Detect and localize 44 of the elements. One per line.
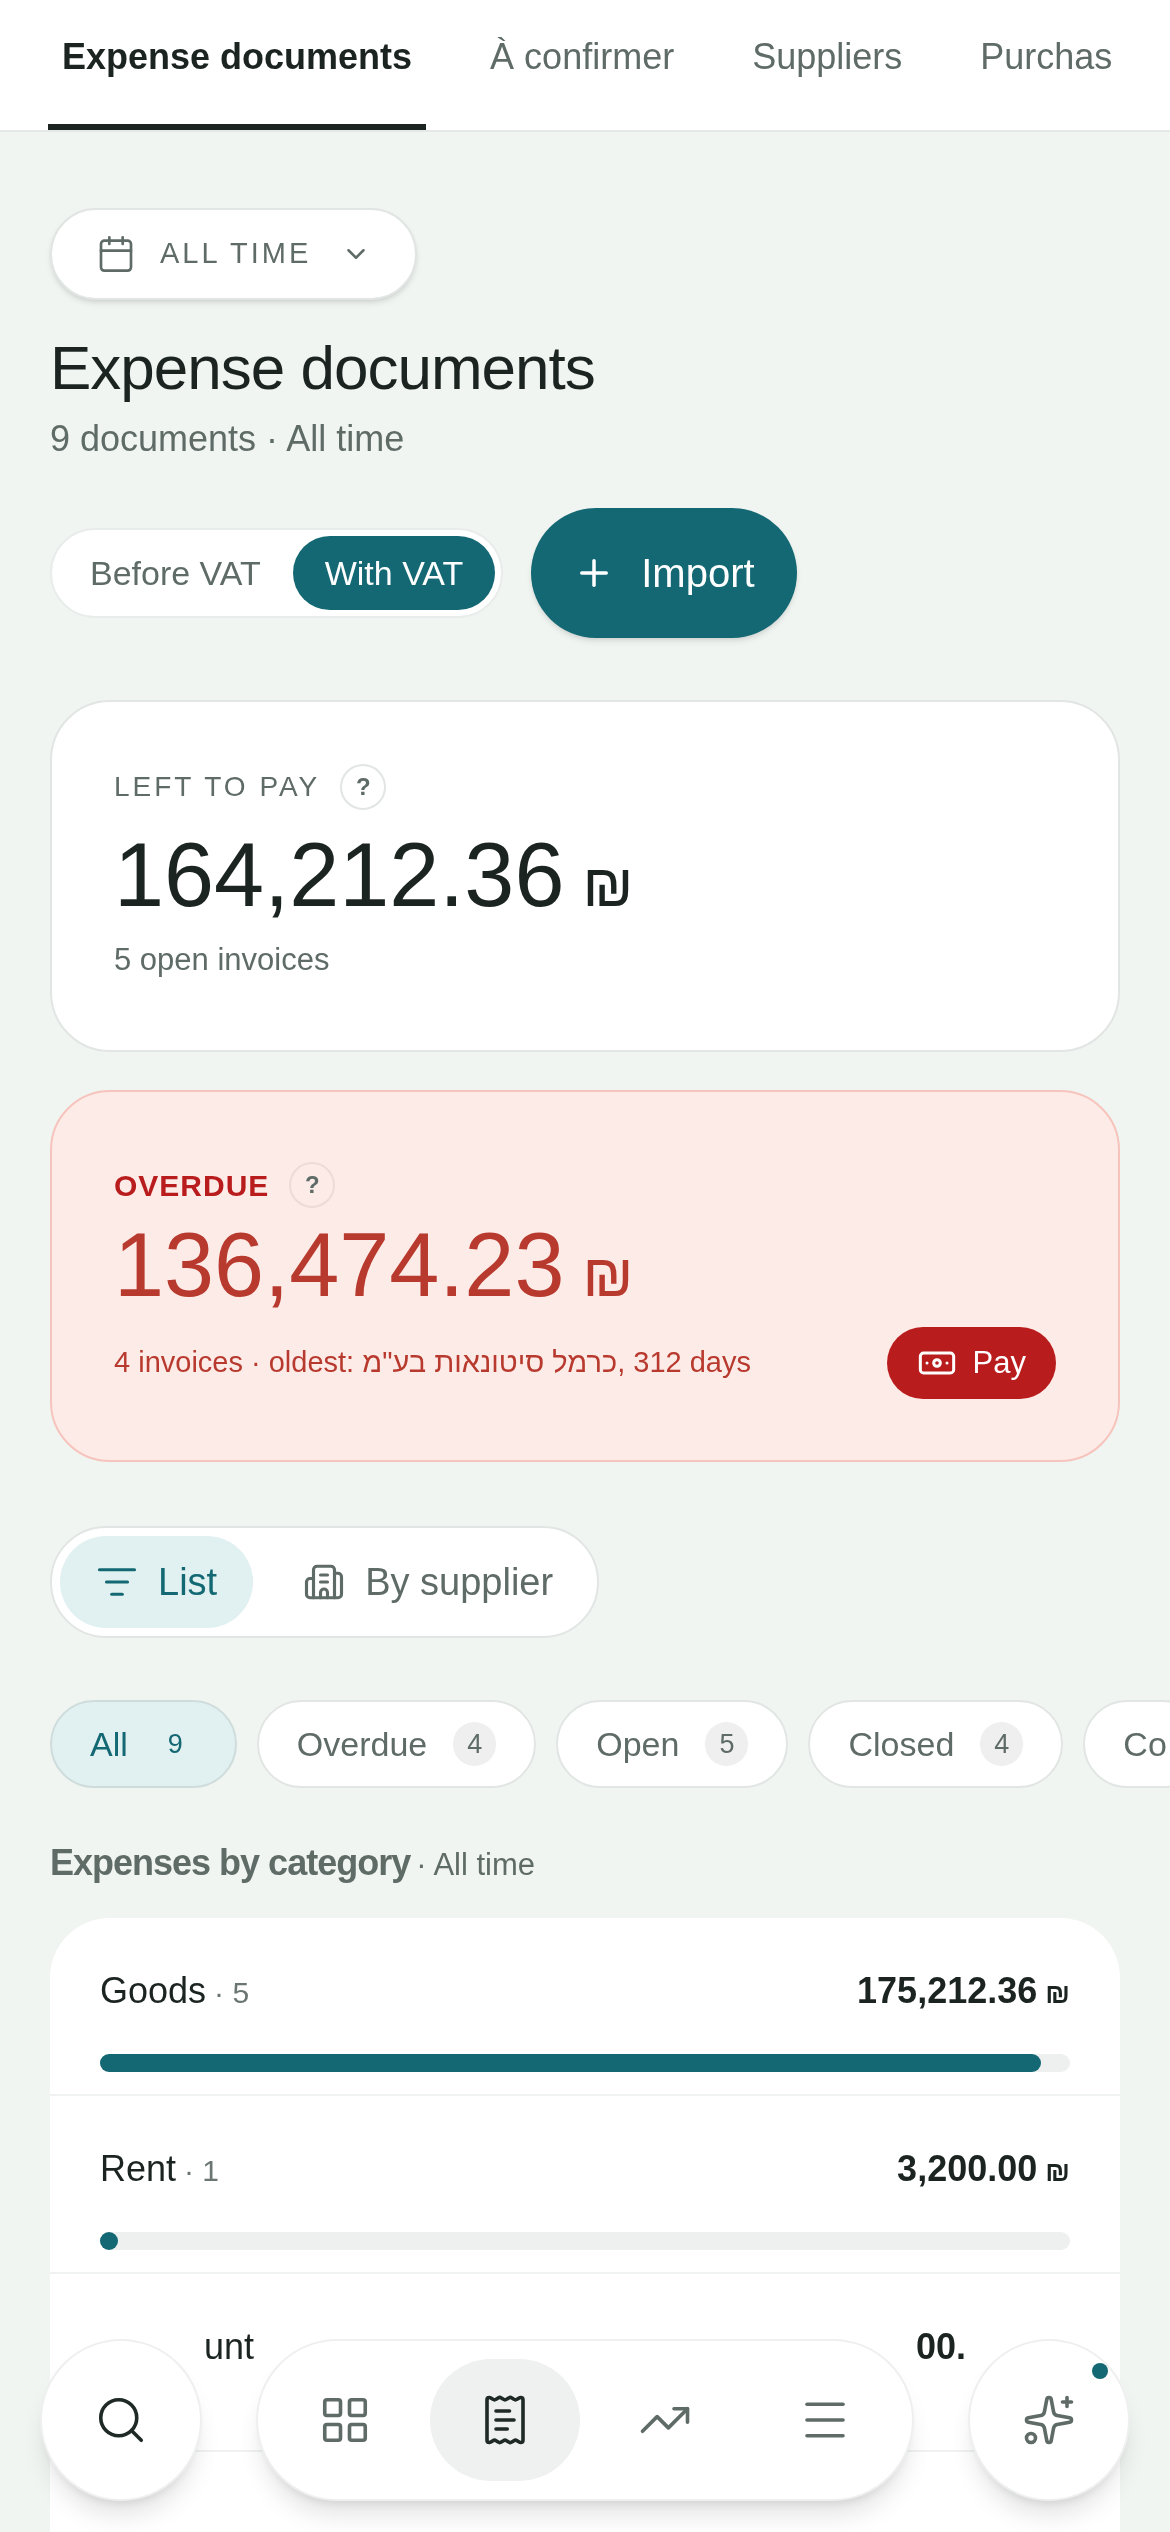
category-name: unt: [204, 2325, 255, 2369]
filter-chip[interactable]: Closed 4: [808, 1700, 1064, 1788]
card-label: OVERDUE: [114, 1167, 270, 1204]
import-button[interactable]: Import: [531, 508, 797, 638]
view-option[interactable]: By supplier: [267, 1536, 590, 1628]
section-title: Expenses by category: [50, 1841, 411, 1885]
page-title: Expense documents: [50, 332, 596, 404]
amount: 136,474.23: [114, 1214, 565, 1317]
card-note: 5 open invoices: [114, 941, 331, 979]
tab[interactable]: À confirmer: [476, 30, 689, 130]
category-amount: 00.: [915, 2325, 966, 2369]
card-note: 4 invoices · oldest: כרמל סיטונאות בע"מ, 312 days: [114, 1345, 751, 1381]
date-filter-dropdown[interactable]: ALL TIME: [50, 208, 418, 300]
tab[interactable]: Purchas: [966, 30, 1127, 130]
count-badge: 4: [980, 1721, 1024, 1767]
filter-chip[interactable]: Co: [1083, 1700, 1170, 1788]
category-name: Rent: [100, 2147, 177, 2191]
category-name: Goods: [100, 1969, 207, 2013]
page-subtitle: 9 documents · All time: [50, 417, 406, 461]
help-button[interactable]: ?: [340, 764, 387, 810]
category-count: · 1: [184, 2153, 220, 2189]
currency-symbol: ₪: [1045, 2155, 1070, 2189]
section-period: · All time: [416, 1846, 536, 1884]
view-option[interactable]: List: [60, 1536, 254, 1628]
tab[interactable]: Expense documents: [48, 30, 427, 130]
help-button[interactable]: ?: [289, 1162, 336, 1208]
count-label: 9: [166, 1727, 184, 1761]
category-amount: 175,212.36: [857, 1969, 1038, 2013]
vat-option[interactable]: Before VAT: [58, 536, 293, 610]
count-badge: 5: [705, 1721, 749, 1767]
tab[interactable]: Suppliers: [738, 30, 917, 130]
category-count: · 5: [214, 1975, 250, 2011]
count-badge: 4: [453, 1721, 497, 1767]
currency-symbol: ₪: [582, 1241, 634, 1311]
currency-symbol: ₪: [1045, 1977, 1070, 2011]
vat-option[interactable]: With VAT: [292, 536, 496, 610]
currency-symbol: ₪: [582, 851, 634, 921]
category-amount: 3,200.00: [897, 2147, 1038, 2191]
filter-chip[interactable]: Overdue 4: [256, 1700, 537, 1788]
pay-button[interactable]: Pay: [886, 1327, 1056, 1399]
filter-chip[interactable]: Open 5: [556, 1700, 789, 1788]
amount: 164,212.36: [114, 824, 565, 927]
card-label: LEFT TO PAY: [114, 770, 321, 804]
filter-chip[interactable]: All 9: [50, 1700, 237, 1788]
